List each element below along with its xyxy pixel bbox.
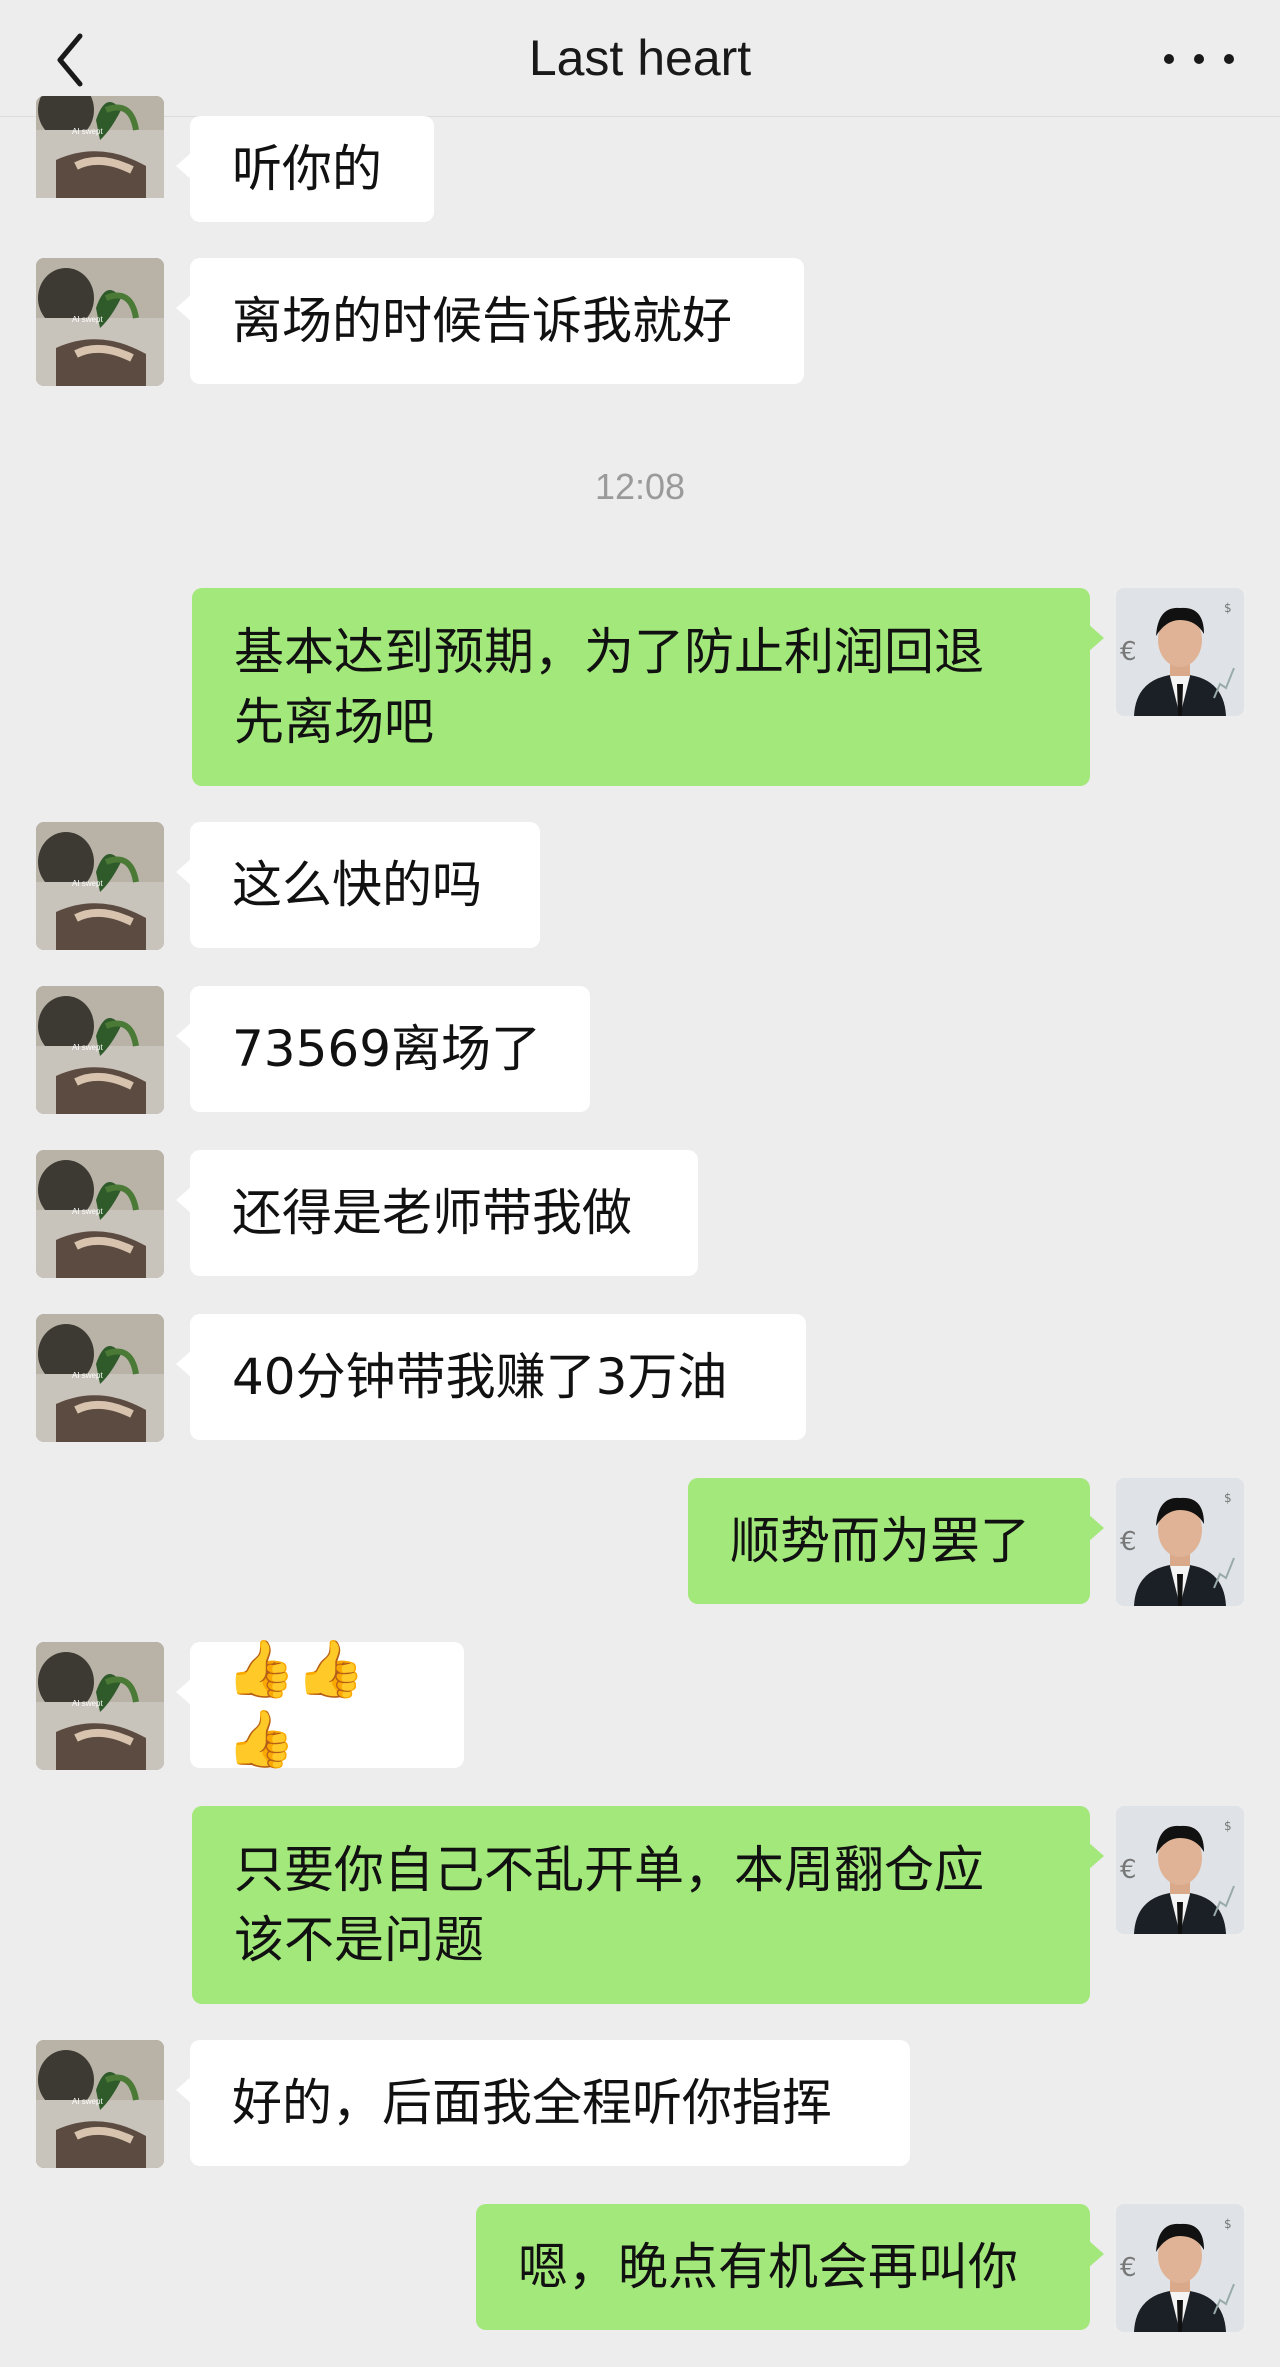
self-avatar[interactable] (1116, 2204, 1244, 2332)
message-text: 离场的时候告诉我就好 (232, 292, 732, 350)
message-text: 还得是老师带我做 (232, 1184, 632, 1242)
message-text: 73569离场了 (232, 1020, 542, 1078)
incoming-message: 离场的时候告诉我就好 (176, 258, 804, 384)
self-avatar[interactable] (1116, 1806, 1244, 1934)
timestamp: 12:08 (594, 466, 686, 507)
contact-avatar[interactable] (36, 96, 164, 222)
incoming-message: 听你的 (176, 116, 434, 222)
back-icon[interactable] (50, 30, 90, 90)
message-text: 听你的 (232, 140, 382, 198)
message-text: 好的，后面我全程听你指挥 (232, 2074, 832, 2132)
self-avatar[interactable] (1116, 1478, 1244, 1606)
chat-title: Last heart (528, 30, 752, 86)
incoming-message: 这么快的吗 (176, 822, 540, 948)
message-text: 40分钟带我赚了3万油 (232, 1348, 728, 1406)
outgoing-message: 只要你自己不乱开单，本周翻仓应 该不是问题 (192, 1806, 1104, 2004)
outgoing-message: 基本达到预期，为了防止利润回退 先离场吧 (192, 588, 1104, 786)
outgoing-message: 顺势而为罢了 (688, 1478, 1104, 1604)
incoming-message: 40分钟带我赚了3万油 (176, 1314, 806, 1440)
contact-avatar[interactable] (36, 1314, 164, 1442)
message-text: 只要你自己不乱开单，本周翻仓应 该不是问题 (234, 1841, 984, 1969)
contact-avatar[interactable] (36, 1642, 164, 1770)
incoming-message: 👍👍👍 (176, 1637, 464, 1772)
incoming-message: 还得是老师带我做 (176, 1150, 698, 1276)
message-text: 嗯，晚点有机会再叫你 (518, 2238, 1018, 2296)
contact-avatar[interactable] (36, 822, 164, 950)
message-text: 顺势而为罢了 (730, 1512, 1030, 1570)
thumbs-up-icon: 👍👍👍 (226, 1637, 366, 1772)
contact-avatar[interactable] (36, 2040, 164, 2168)
self-avatar[interactable] (1116, 588, 1244, 716)
contact-avatar[interactable] (36, 986, 164, 1114)
message-text: 这么快的吗 (232, 856, 482, 914)
contact-avatar[interactable] (36, 258, 164, 386)
message-text: 基本达到预期，为了防止利润回退 先离场吧 (234, 623, 984, 751)
incoming-message: 好的，后面我全程听你指挥 (176, 2040, 910, 2166)
contact-avatar[interactable] (36, 1150, 164, 1278)
more-options-icon[interactable] (1164, 34, 1234, 84)
incoming-message: 73569离场了 (176, 986, 590, 1112)
outgoing-message: 嗯，晚点有机会再叫你 (476, 2204, 1104, 2330)
nav-bar: Last heart (0, 0, 1280, 117)
